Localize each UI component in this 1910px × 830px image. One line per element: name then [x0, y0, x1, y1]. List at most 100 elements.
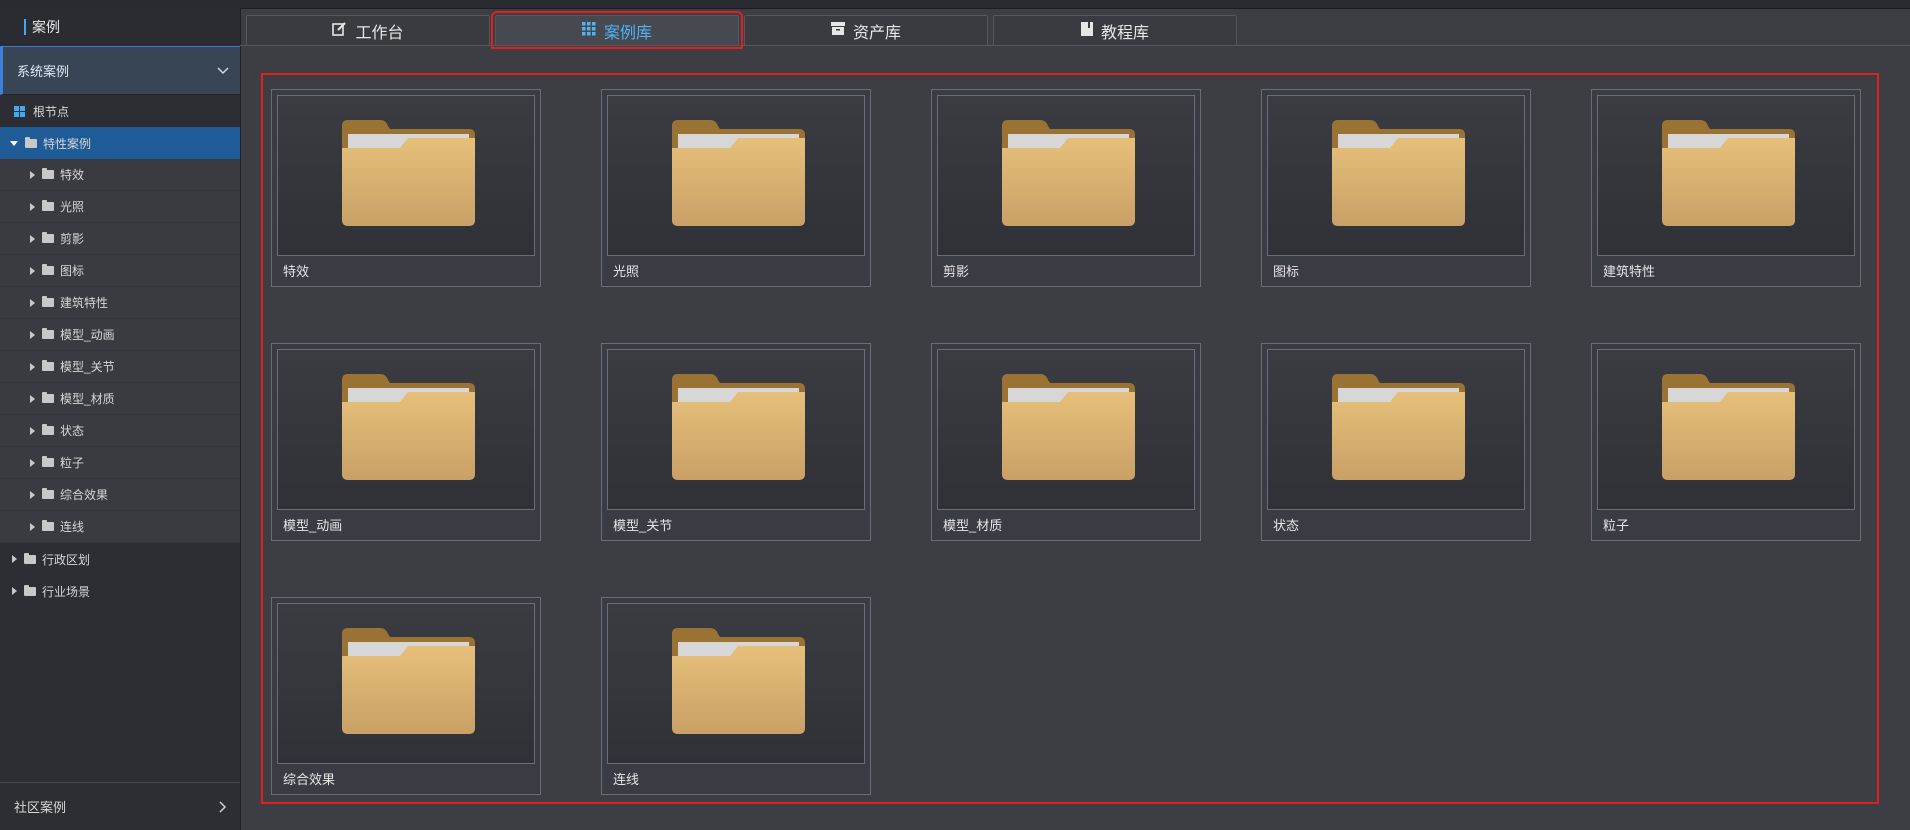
- tree-item[interactable]: 粒子: [0, 447, 240, 479]
- tree-item[interactable]: 建筑特性: [0, 287, 240, 319]
- card-label: 粒子: [1603, 518, 1630, 533]
- tab-workbench[interactable]: 工作台: [246, 15, 490, 45]
- card-label: 剪影: [943, 264, 970, 279]
- tree-item-top[interactable]: 行业场景: [0, 575, 240, 607]
- tab-label: 工作台: [355, 24, 404, 42]
- card-thumbnail: [1267, 95, 1525, 256]
- case-card[interactable]: 模型_动画: [271, 343, 541, 541]
- grid-icon: [581, 21, 596, 40]
- folder-icon: [672, 120, 805, 226]
- case-card[interactable]: 特效: [271, 89, 541, 287]
- folder-icon: [25, 136, 37, 148]
- tree-item-label: 状态: [60, 424, 85, 438]
- case-card[interactable]: 综合效果: [271, 597, 541, 795]
- case-tree: 根节点 特性案例 特效 光照 剪影 图标 建筑特性 模型_动画 模型_关节 模型…: [0, 95, 240, 607]
- tree-item-label: 特性案例: [43, 136, 92, 151]
- folder-icon: [342, 628, 475, 734]
- tree-item[interactable]: 模型_材质: [0, 383, 240, 415]
- tree-item-label: 特效: [60, 168, 85, 182]
- top-strip: [0, 0, 1910, 9]
- card-thumbnail: [277, 349, 535, 510]
- card-label: 特效: [283, 264, 310, 279]
- tree-item[interactable]: 模型_动画: [0, 319, 240, 351]
- community-cases-link[interactable]: 社区案例: [0, 782, 240, 830]
- tree-item[interactable]: 综合效果: [0, 479, 240, 511]
- tab-label: 资产库: [852, 24, 901, 42]
- card-thumbnail: [1267, 349, 1525, 510]
- tab-case-library[interactable]: 案例库: [491, 11, 743, 49]
- tree-item-label: 综合效果: [60, 488, 109, 502]
- card-thumbnail: [1597, 349, 1855, 510]
- card-label: 模型_材质: [943, 518, 1003, 533]
- tree-item-label: 模型_动画: [60, 328, 115, 342]
- tree-item-label: 光照: [60, 200, 85, 214]
- case-card[interactable]: 光照: [601, 89, 871, 287]
- caret-right-icon: [30, 202, 35, 211]
- card-thumbnail: [937, 349, 1195, 510]
- caret-down-icon: [10, 140, 18, 146]
- caret-right-icon: [12, 587, 17, 595]
- caret-right-icon: [30, 362, 35, 371]
- case-card[interactable]: 状态: [1261, 343, 1531, 541]
- card-label: 建筑特性: [1603, 264, 1656, 279]
- card-thumbnail: [607, 95, 865, 256]
- sidebar: 案例 系统案例 根节点 特性案例 特效 光照 剪影 图标 建筑特性 模型_动画 …: [0, 8, 241, 830]
- tree-item-top[interactable]: 行政区划: [0, 543, 240, 575]
- folder-icon: [42, 520, 54, 531]
- chevron-right-icon: [216, 800, 230, 814]
- tree-item[interactable]: 剪影: [0, 223, 240, 255]
- folder-icon: [42, 296, 54, 307]
- sidebar-title: 案例: [32, 19, 60, 35]
- folder-icon: [42, 168, 54, 179]
- folder-icon: [672, 374, 805, 480]
- card-label: 光照: [613, 264, 640, 279]
- folder-icon: [42, 232, 54, 243]
- tree-root[interactable]: 根节点: [0, 95, 240, 127]
- edit-icon: [332, 21, 347, 40]
- tree-item[interactable]: 图标: [0, 255, 240, 287]
- tab-tutorial-library[interactable]: 教程库: [993, 15, 1237, 45]
- chevron-down-icon: [216, 64, 230, 78]
- case-card[interactable]: 剪影: [931, 89, 1201, 287]
- tree-item-label: 图标: [60, 264, 85, 278]
- case-card[interactable]: 模型_材质: [931, 343, 1201, 541]
- case-card[interactable]: 建筑特性: [1591, 89, 1861, 287]
- card-thumbnail: [277, 95, 535, 256]
- folder-icon: [1002, 120, 1135, 226]
- tab-label: 案例库: [603, 24, 652, 42]
- section-system-cases[interactable]: 系统案例: [0, 47, 240, 95]
- card-label: 连线: [613, 772, 640, 787]
- tree-item[interactable]: 状态: [0, 415, 240, 447]
- header-accent-bar: [24, 19, 26, 35]
- caret-right-icon: [30, 490, 35, 499]
- book-icon: [1080, 21, 1093, 40]
- card-thumbnail: [607, 603, 865, 764]
- section-label: 系统案例: [17, 64, 70, 79]
- card-label: 图标: [1273, 264, 1300, 279]
- case-card[interactable]: 图标: [1261, 89, 1531, 287]
- tree-item-label: 模型_材质: [60, 392, 115, 406]
- footer-label: 社区案例: [14, 800, 67, 815]
- tree-root-label: 根节点: [33, 104, 70, 119]
- folder-icon: [1002, 374, 1135, 480]
- card-label: 模型_关节: [613, 518, 673, 533]
- case-card[interactable]: 粒子: [1591, 343, 1861, 541]
- tree-item[interactable]: 光照: [0, 191, 240, 223]
- tree-item-label: 行政区划: [42, 552, 91, 567]
- caret-right-icon: [30, 330, 35, 339]
- folder-icon: [1332, 120, 1465, 226]
- case-card[interactable]: 连线: [601, 597, 871, 795]
- folder-icon: [342, 120, 475, 226]
- case-card[interactable]: 模型_关节: [601, 343, 871, 541]
- folder-icon: [342, 374, 475, 480]
- card-thumbnail: [277, 603, 535, 764]
- tree-item[interactable]: 模型_关节: [0, 351, 240, 383]
- tree-item[interactable]: 连线: [0, 511, 240, 543]
- folder-icon: [672, 628, 805, 734]
- folder-icon: [24, 584, 36, 596]
- tab-asset-library[interactable]: 资产库: [744, 15, 988, 45]
- folder-icon: [42, 424, 54, 435]
- tree-item[interactable]: 特效: [0, 159, 240, 191]
- folder-icon: [42, 392, 54, 403]
- tree-item-selected[interactable]: 特性案例: [0, 127, 240, 159]
